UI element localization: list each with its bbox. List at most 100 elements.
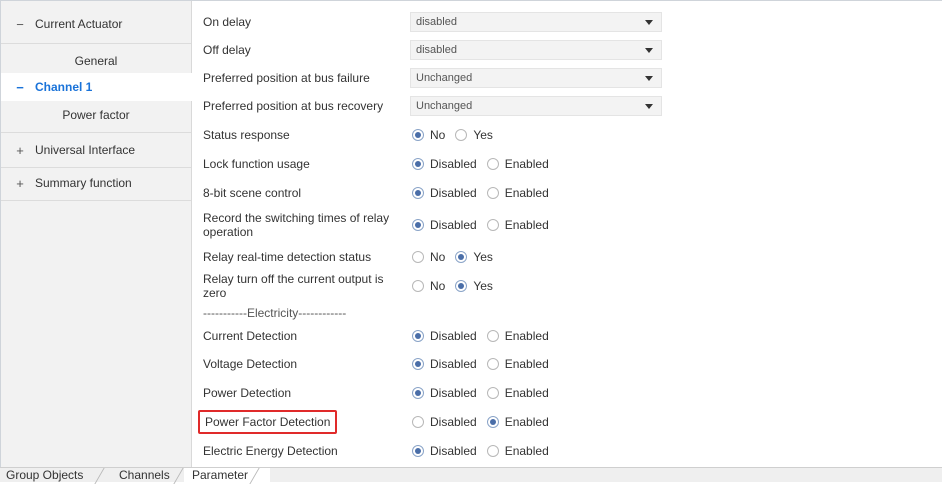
power-factor-detection-radio-group: Disabled Enabled: [412, 415, 559, 429]
tree-item-general[interactable]: General: [1, 46, 191, 76]
radio-label: Yes: [473, 279, 493, 293]
radio-label: Yes: [473, 128, 493, 142]
tree-item-universal-interface[interactable]: + Universal Interface: [1, 135, 191, 165]
tab-group-objects[interactable]: Group Objects: [6, 468, 83, 482]
energy-detection-disabled-radio[interactable]: Disabled: [412, 444, 477, 458]
radio-label: Enabled: [504, 218, 549, 232]
power-detection-disabled-radio[interactable]: Disabled: [412, 386, 477, 400]
expand-icon[interactable]: +: [13, 143, 27, 158]
param-row-bus-failure: Preferred position at bus failure Unchan…: [192, 68, 942, 88]
status-response-yes-radio[interactable]: Yes: [455, 128, 493, 142]
radio-selected-icon: [486, 416, 499, 428]
tree-item-power-factor[interactable]: Power factor: [1, 100, 191, 130]
radio-unselected-icon: [455, 129, 468, 141]
radio-selected-icon: [412, 358, 424, 370]
scene-control-disabled-radio[interactable]: Disabled: [412, 186, 477, 200]
tree-item-channel-1[interactable]: − Channel 1: [1, 73, 199, 101]
param-label: Power Detection: [203, 386, 292, 400]
tree-separator: [1, 132, 191, 133]
current-detection-radio-group: Disabled Enabled: [412, 329, 559, 343]
param-label: Status response: [203, 128, 290, 142]
record-switching-disabled-radio[interactable]: Disabled: [412, 218, 477, 232]
param-row-power-factor-detection: Power Factor Detection Disabled Enabled: [192, 410, 942, 434]
radio-unselected-icon: [486, 445, 499, 457]
current-detection-disabled-radio[interactable]: Disabled: [412, 329, 477, 343]
section-title: -----------Electricity------------: [203, 306, 347, 320]
radio-label: Disabled: [430, 186, 477, 200]
power-detection-radio-group: Disabled Enabled: [412, 386, 559, 400]
power-factor-detection-disabled-radio[interactable]: Disabled: [412, 415, 477, 429]
section-header-electricity: -----------Electricity------------: [192, 304, 942, 322]
radio-selected-icon: [412, 387, 424, 399]
chevron-down-icon: [645, 104, 653, 109]
param-label: Current Detection: [203, 329, 298, 343]
param-label: Preferred position at bus recovery: [203, 99, 384, 113]
radio-label: Disabled: [430, 157, 477, 171]
radio-label: Disabled: [430, 218, 477, 232]
param-row-relay-detection: Relay real-time detection status No Yes: [192, 247, 942, 267]
radio-unselected-icon: [486, 219, 499, 231]
power-factor-detection-enabled-radio[interactable]: Enabled: [486, 415, 549, 429]
param-row-on-delay: On delay disabled: [192, 12, 942, 32]
tree-separator: [1, 43, 191, 44]
radio-unselected-icon: [486, 158, 499, 170]
power-detection-enabled-radio[interactable]: Enabled: [486, 386, 549, 400]
relay-detection-yes-radio[interactable]: Yes: [455, 250, 493, 264]
chevron-down-icon: [645, 76, 653, 81]
relay-detection-no-radio[interactable]: No: [412, 250, 445, 264]
radio-selected-icon: [412, 158, 424, 170]
record-switching-enabled-radio[interactable]: Enabled: [486, 218, 549, 232]
radio-unselected-icon: [486, 387, 499, 399]
collapse-icon[interactable]: −: [13, 80, 27, 95]
radio-label: Enabled: [504, 329, 549, 343]
radio-label: No: [430, 250, 446, 264]
relay-turn-off-yes-radio[interactable]: Yes: [455, 279, 493, 293]
on-delay-select[interactable]: disabled: [410, 12, 662, 32]
select-value: disabled: [416, 44, 457, 56]
param-label: Electric Energy Detection: [203, 444, 338, 458]
voltage-detection-enabled-radio[interactable]: Enabled: [486, 357, 549, 371]
expand-icon[interactable]: +: [13, 176, 27, 191]
param-row-lock-function: Lock function usage Disabled Enabled: [192, 154, 942, 174]
param-row-bus-recovery: Preferred position at bus recovery Uncha…: [192, 96, 942, 116]
tab-channels[interactable]: Channels: [119, 468, 170, 482]
radio-label: Enabled: [504, 444, 549, 458]
tree-item-label: Current Actuator: [35, 17, 123, 31]
tree-item-summary-function[interactable]: + Summary function: [1, 168, 191, 198]
param-row-energy-detection: Electric Energy Detection Disabled Enabl…: [192, 441, 942, 461]
select-value: Unchanged: [416, 100, 473, 112]
param-label: Record the switching times of relay oper…: [203, 211, 390, 239]
radio-label: Enabled: [504, 357, 549, 371]
scene-control-radio-group: Disabled Enabled: [412, 186, 559, 200]
current-detection-enabled-radio[interactable]: Enabled: [486, 329, 549, 343]
select-value: Unchanged: [416, 72, 473, 84]
tab-divider: [173, 468, 184, 484]
chevron-down-icon: [645, 20, 653, 25]
voltage-detection-disabled-radio[interactable]: Disabled: [412, 357, 477, 371]
bus-failure-select[interactable]: Unchanged: [410, 68, 662, 88]
param-label: Lock function usage: [203, 157, 310, 171]
energy-detection-enabled-radio[interactable]: Enabled: [486, 444, 549, 458]
radio-selected-icon: [455, 251, 468, 263]
lock-function-disabled-radio[interactable]: Disabled: [412, 157, 477, 171]
relay-turn-off-no-radio[interactable]: No: [412, 279, 445, 293]
tree-item-label: Power factor: [62, 108, 130, 122]
param-row-status-response: Status response No Yes: [192, 125, 942, 145]
radio-label: Enabled: [504, 415, 549, 429]
bus-recovery-select[interactable]: Unchanged: [410, 96, 662, 116]
status-response-no-radio[interactable]: No: [412, 128, 445, 142]
radio-unselected-icon: [486, 330, 499, 342]
param-label: Relay real-time detection status: [203, 250, 372, 264]
radio-unselected-icon: [486, 358, 499, 370]
collapse-icon[interactable]: −: [13, 17, 27, 32]
radio-label: Enabled: [504, 186, 549, 200]
relay-detection-radio-group: No Yes: [412, 250, 503, 264]
chevron-down-icon: [645, 48, 653, 53]
lock-function-enabled-radio[interactable]: Enabled: [486, 157, 549, 171]
radio-label: Disabled: [430, 329, 477, 343]
tree-item-current-actuator[interactable]: − Current Actuator: [1, 9, 191, 39]
radio-unselected-icon: [412, 280, 424, 292]
radio-unselected-icon: [486, 187, 499, 199]
off-delay-select[interactable]: disabled: [410, 40, 662, 60]
scene-control-enabled-radio[interactable]: Enabled: [486, 186, 549, 200]
